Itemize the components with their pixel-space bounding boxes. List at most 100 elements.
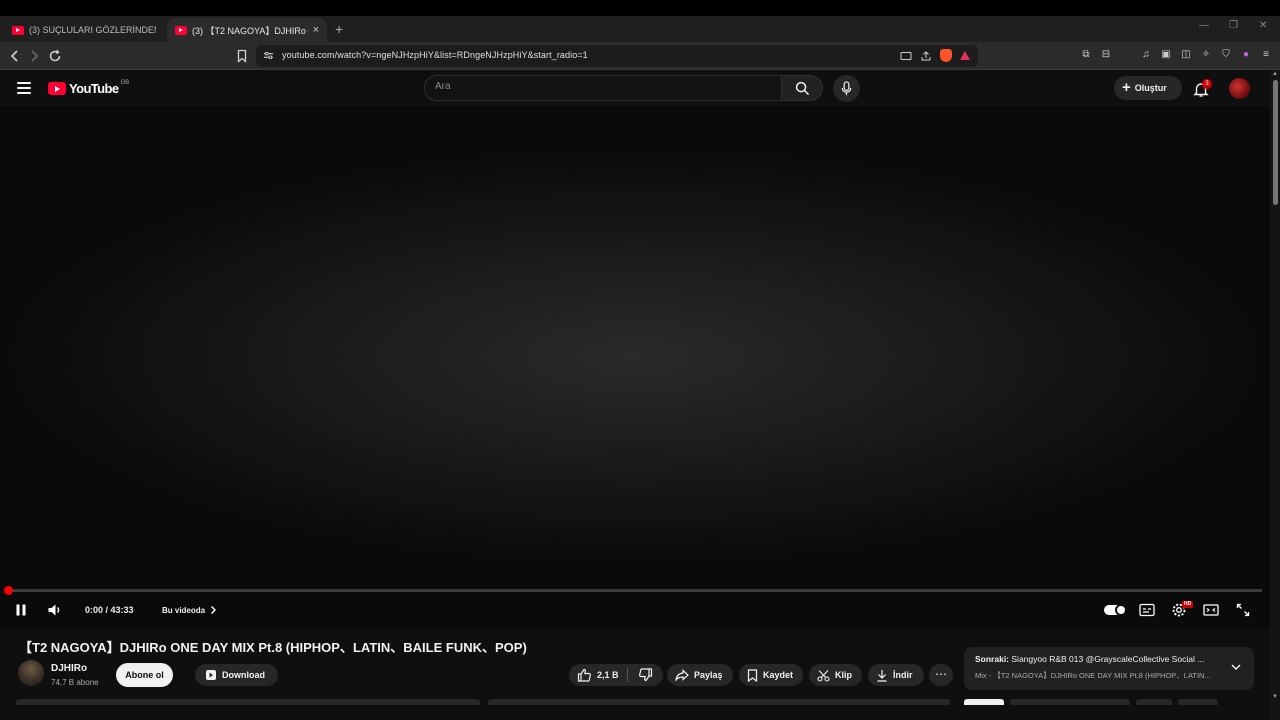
tab-active[interactable]: (3) 【T2 NAGOYA】DJHIRo ONE DAY MIX Pt.8 ×: [167, 18, 327, 42]
youtube-logo[interactable]: YouTube GB: [48, 79, 130, 96]
like-count: 2,1 B: [597, 670, 619, 680]
channel-name[interactable]: DJHIRo: [51, 663, 87, 674]
volume-icon: [48, 604, 60, 616]
description-strip: [16, 699, 480, 705]
clip-label: Klip: [835, 670, 852, 680]
up-next-subtitle: Mix - 【T2 NAGOYA】DJHIRo ONE DAY MIX Pt.8…: [975, 671, 1211, 680]
save-bookmark-icon: [747, 668, 758, 682]
brave-shields-icon[interactable]: [940, 49, 952, 62]
region-code: GB: [120, 79, 130, 86]
menu-icon[interactable]: ≡: [1260, 48, 1272, 61]
share-button[interactable]: Paylaş: [667, 664, 733, 686]
youtube-favicon-icon: [12, 25, 24, 35]
extensions-row: ⧉ ⊟ ♫ ▣ ◫ ✧ ⛉ ● ≡: [1080, 48, 1272, 61]
up-next-prefix: Sonraki:: [975, 654, 1010, 664]
wallet-icon[interactable]: ◫: [1180, 48, 1192, 61]
video-player[interactable]: 0:00 / 43:33 Bu videoda HD: [0, 106, 1270, 628]
volume-button[interactable]: [47, 601, 63, 619]
like-dislike-group: 2,1 B: [569, 664, 663, 686]
filter-chip-active[interactable]: [964, 699, 1004, 705]
subtitles-button[interactable]: [1139, 601, 1155, 619]
back-icon[interactable]: [7, 48, 23, 64]
filter-chip[interactable]: [1136, 699, 1172, 705]
clip-button[interactable]: Klip: [809, 664, 862, 686]
chapter-button[interactable]: Bu videoda: [162, 601, 218, 619]
channel-avatar[interactable]: [18, 660, 44, 686]
site-settings-icon[interactable]: [263, 50, 274, 61]
like-icon[interactable]: [577, 668, 592, 682]
search-box: [424, 75, 782, 101]
quality-badge: HD: [1182, 601, 1194, 608]
extensions-icon[interactable]: ⧉: [1080, 48, 1092, 61]
download-button[interactable]: İndir: [868, 664, 924, 686]
search-icon: [795, 81, 810, 96]
tab-bar: (3) SUÇLULARI GÖZLERİNDEN TANIR (3) 【T2 …: [0, 16, 1280, 42]
more-actions-button[interactable]: ⋯: [929, 664, 953, 686]
chapter-label: Bu videoda: [162, 605, 206, 615]
create-button[interactable]: + Oluştur: [1114, 76, 1182, 100]
progress-scrubber[interactable]: [4, 586, 13, 595]
close-window-icon[interactable]: ✕: [1259, 20, 1267, 31]
filter-chip[interactable]: [1178, 699, 1218, 705]
voice-search-button[interactable]: [833, 75, 860, 102]
download-extension-label: Download: [222, 670, 265, 680]
download-extension-button[interactable]: Download: [195, 664, 278, 686]
filter-chip[interactable]: [1010, 699, 1130, 705]
bookmark-icon[interactable]: [234, 48, 250, 64]
guide-menu-icon[interactable]: [17, 82, 31, 94]
restore-icon[interactable]: ❐: [1229, 20, 1238, 31]
chevron-right-icon: [211, 606, 217, 614]
autoplay-toggle[interactable]: [1104, 601, 1127, 619]
youtube-favicon-icon: [175, 25, 187, 35]
translate-icon[interactable]: ⊟: [1100, 48, 1112, 61]
page-scrollbar[interactable]: ▲ ▼: [1270, 70, 1280, 720]
sidebar-icon[interactable]: ▣: [1160, 48, 1172, 61]
video-title: 【T2 NAGOYA】DJHIRo ONE DAY MIX Pt.8 (HIPH…: [19, 640, 527, 655]
scroll-thumb[interactable]: [1273, 80, 1278, 205]
account-avatar[interactable]: [1229, 78, 1250, 99]
share-page-icon[interactable]: [920, 50, 932, 62]
tab-title: (3) 【T2 NAGOYA】DJHIRo ONE DAY MIX Pt.8: [192, 25, 309, 36]
search-button[interactable]: [781, 75, 823, 101]
reload-icon[interactable]: [47, 48, 63, 64]
forward-icon[interactable]: [26, 48, 42, 64]
subscriber-count: 74,7 B abone: [51, 678, 99, 687]
more-horizontal-icon: ⋯: [935, 667, 947, 681]
leo-ai-icon[interactable]: ✧: [1200, 48, 1212, 61]
tab-inactive[interactable]: (3) SUÇLULARI GÖZLERİNDEN TANIR: [4, 18, 164, 42]
progress-bar[interactable]: [8, 589, 1262, 592]
minimize-icon[interactable]: —: [1199, 20, 1209, 31]
cast-icon[interactable]: [900, 50, 912, 62]
pause-button[interactable]: [14, 601, 28, 619]
close-tab-icon[interactable]: ×: [313, 24, 319, 36]
create-label: Oluştur: [1134, 83, 1167, 93]
like-divider: [626, 668, 628, 682]
url-text: youtube.com/watch?v=ngeNJHzpHiY&list=RDn…: [282, 50, 588, 60]
subscribe-button[interactable]: Abone ol: [116, 663, 173, 687]
scroll-up-icon[interactable]: ▲: [1272, 71, 1278, 77]
autoplay-toggle-track: [1104, 604, 1127, 616]
search-input[interactable]: [435, 81, 765, 92]
download-label: İndir: [893, 670, 913, 680]
dislike-icon[interactable]: [638, 668, 653, 682]
youtube-logo-icon: [48, 82, 66, 95]
save-button[interactable]: Kaydet: [739, 664, 803, 686]
plus-icon: +: [1122, 79, 1131, 96]
new-tab-button[interactable]: +: [335, 21, 343, 37]
window-top-strip: [0, 0, 1280, 16]
theater-icon: [1203, 604, 1219, 616]
up-next-title-row: Sonraki: Siangyoo R&B 013 @GrayscaleColl…: [975, 654, 1220, 664]
profile-icon[interactable]: ●: [1240, 48, 1252, 61]
url-box[interactable]: youtube.com/watch?v=ngeNJHzpHiY&list=RDn…: [256, 45, 978, 67]
comments-strip: [488, 699, 950, 705]
vpn-icon[interactable]: ⛉: [1220, 48, 1232, 61]
up-next-card[interactable]: Sonraki: Siangyoo R&B 013 @GrayscaleColl…: [964, 647, 1254, 690]
fullscreen-button[interactable]: [1236, 601, 1250, 619]
time-display: 0:00 / 43:33: [85, 601, 134, 619]
chevron-down-icon[interactable]: [1230, 661, 1242, 673]
scroll-down-icon[interactable]: ▼: [1272, 694, 1278, 700]
brave-rewards-icon[interactable]: [960, 51, 970, 60]
theater-mode-button[interactable]: [1203, 601, 1219, 619]
media-icon[interactable]: ♫: [1140, 48, 1152, 61]
